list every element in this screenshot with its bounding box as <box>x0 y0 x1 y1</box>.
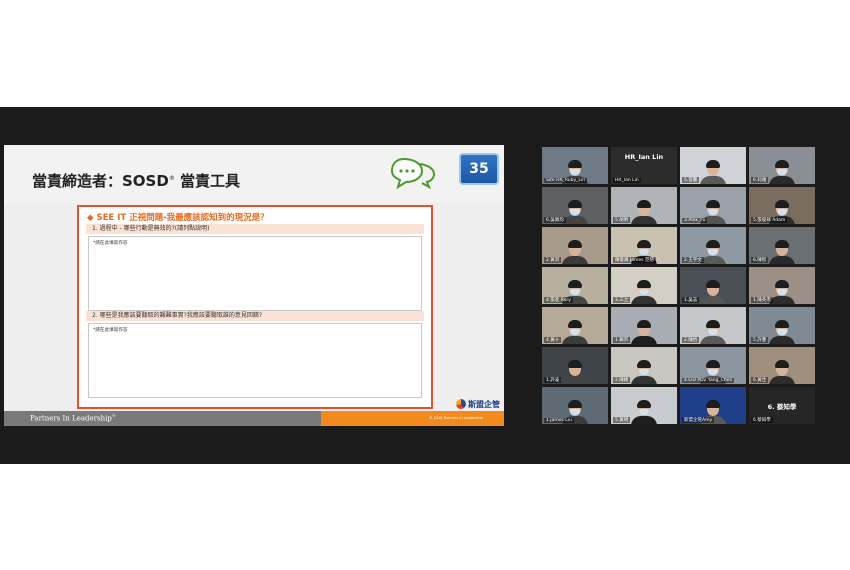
participant-video-icon <box>631 278 657 304</box>
participant-name-label: 2.黃羽 <box>544 257 562 263</box>
participant-tile[interactable]: 陳俊鋒 James 范慈 <box>611 227 677 264</box>
participant-name-label: Site HR_Ruby_Lin <box>544 178 587 183</box>
participant-tile[interactable]: 3.三之 <box>611 267 677 304</box>
answer-hint-1: *請在此填寫作答 <box>93 241 128 246</box>
participant-tile[interactable]: 1.陳英杰 <box>749 267 815 304</box>
slide-title: 當責締造者：SOSD® 當責工具 <box>32 172 241 190</box>
participant-video-icon <box>631 318 657 344</box>
participant-name-label: 6.黃佳 <box>751 377 769 383</box>
participant-tile[interactable]: 5.張俊祥 Adam <box>749 187 815 224</box>
participant-tile[interactable]: 5.芸馨 <box>680 147 746 184</box>
footer-accent-bar: © 2018 Partners In Leadership <box>321 411 504 426</box>
participant-video-icon <box>700 278 726 304</box>
participant-video-icon <box>562 358 588 384</box>
participant-name-label: 5.張俊祥 Adam <box>751 217 788 223</box>
participant-name-label: 斯盟企管Amy <box>682 417 715 423</box>
participant-tile[interactable]: 4.黃十 <box>542 307 608 344</box>
participant-video-icon <box>769 358 795 384</box>
participant-name-label: 3.Alex_Fu <box>682 218 708 223</box>
participant-gallery: Site HR_Ruby_Lin HR_Ian Lin HR_Ian Lin 5.芸馨… <box>542 147 816 424</box>
participant-tile[interactable]: 1.許凌 <box>542 347 608 384</box>
participant-tile[interactable]: 斯盟企管Amy <box>680 387 746 424</box>
page-number-badge: 35 <box>459 153 499 185</box>
question-frame: ◆ SEE IT 正視問題-我最應該認知到的現況是？ 1. 過程中 - 哪些行動… <box>77 205 433 409</box>
participant-tile[interactable]: 5.許豐 <box>749 307 815 344</box>
participant-video-icon <box>631 198 657 224</box>
participant-tile[interactable]: 2.陳婕 <box>611 347 677 384</box>
participant-tile[interactable]: 6.莉雅 <box>749 147 815 184</box>
participant-video-icon <box>769 278 795 304</box>
participant-name-label: 3.三之 <box>613 297 631 303</box>
participant-name-label: 6.陳智 <box>751 257 769 263</box>
shared-slide: 當責締造者：SOSD® 當責工具 35 ◆ SEE IT 正視問題-我最應該認知… <box>4 145 504 426</box>
participant-name-label: 5.許豐 <box>751 337 769 343</box>
footer-brand: Partners In Leadership® <box>30 413 116 423</box>
participant-tile[interactable]: 2.王宇文 <box>680 227 746 264</box>
chat-bubbles-icon <box>390 157 436 190</box>
video-meeting-window: 當責締造者：SOSD® 當責工具 35 ◆ SEE IT 正視問題-我最應該認知… <box>0 107 850 464</box>
participant-video-icon <box>631 398 657 424</box>
footer-copyright: © 2018 Partners In Leadership <box>429 416 483 420</box>
participant-name-label: 4.EID PD2 Yang_Chen <box>682 378 735 383</box>
participant-display-name: 6. 蔡知學 <box>767 403 797 411</box>
participant-tile[interactable]: 6.吳佩均 <box>542 187 608 224</box>
participant-tile[interactable]: 1.賴宗 <box>611 307 677 344</box>
answer-hint-2: *請在此填寫作答 <box>93 328 128 333</box>
participant-video-icon <box>631 358 657 384</box>
question-2: 2. 哪些是我應該要聽取的艱難事實?我應該要聽取誰的意見回饋? <box>86 311 424 321</box>
participant-tile[interactable]: Site HR_Ruby_Lin <box>542 147 608 184</box>
participant-video-icon <box>769 158 795 184</box>
participant-name-label: 1.James Liu <box>544 418 574 423</box>
participant-name-label: 5.黃明 <box>613 417 631 423</box>
participant-name-label: 6.蔡知學 <box>751 417 773 423</box>
participant-name-label: 6.吳佩均 <box>544 217 566 223</box>
participant-name-label: 1.賴宗 <box>613 337 631 343</box>
participant-tile[interactable]: 2.黃羽 <box>542 227 608 264</box>
participant-name-label: 5.胡俐 <box>613 217 631 223</box>
participant-tile[interactable]: 5.黃明 <box>611 387 677 424</box>
question-1: 1. 過程中 - 哪些行動是無效的?(請列點說明) <box>86 224 424 234</box>
logo-mark-icon <box>456 399 466 409</box>
participant-tile[interactable]: 4.張進 Rory <box>542 267 608 304</box>
participant-video-icon <box>700 158 726 184</box>
participant-video-icon <box>700 318 726 344</box>
participant-tile[interactable]: 3.Alex_Fu <box>680 187 746 224</box>
participant-name-label: 5.芸馨 <box>682 177 700 183</box>
participant-tile[interactable]: 1.James Liu <box>542 387 608 424</box>
participant-video-icon <box>700 238 726 264</box>
participant-tile[interactable]: 6.陳智 <box>749 227 815 264</box>
participant-video-icon <box>562 318 588 344</box>
participant-tile[interactable]: 5.胡俐 <box>611 187 677 224</box>
participant-name-label: 4.張進 Rory <box>544 297 573 303</box>
participant-name-label: 4.黃十 <box>544 337 562 343</box>
participant-name-label: HR_Ian Lin <box>613 178 641 183</box>
participant-name-label: 1.許凌 <box>544 377 562 383</box>
participant-video-icon <box>769 238 795 264</box>
company-logo: 斯盟企管 <box>456 398 500 410</box>
participant-tile[interactable]: 6. 蔡知學 6.蔡知學 <box>749 387 815 424</box>
participant-tile[interactable]: 4.EID PD2 Yang_Chen <box>680 347 746 384</box>
participant-tile[interactable]: 6.黃佳 <box>749 347 815 384</box>
participant-name-label: 1.吳志 <box>682 297 700 303</box>
answer-box-1[interactable]: *請在此填寫作答 <box>88 236 422 311</box>
participant-name-label: 2.王宇文 <box>682 257 704 263</box>
participant-video-icon <box>562 198 588 224</box>
participant-name-label: 陳俊鋒 James 范慈 <box>613 257 656 263</box>
participant-name-label: 2.陳怡 <box>682 337 700 343</box>
see-it-heading: ◆ SEE IT 正視問題-我最應該認知到的現況是？ <box>87 213 269 223</box>
participant-video-icon <box>562 238 588 264</box>
participant-name-label: 1.陳英杰 <box>751 297 773 303</box>
participant-name-label: 2.陳婕 <box>613 377 631 383</box>
participant-tile[interactable]: 2.陳怡 <box>680 307 746 344</box>
participant-video-icon <box>769 318 795 344</box>
participant-display-name: HR_Ian Lin <box>624 153 664 161</box>
participant-tile[interactable]: 1.吳志 <box>680 267 746 304</box>
participant-name-label: 6.莉雅 <box>751 177 769 183</box>
slide-footer: Partners In Leadership® © 2018 Partners … <box>4 411 504 426</box>
slide-header: 當責締造者：SOSD® 當責工具 35 <box>4 145 504 203</box>
answer-box-2[interactable]: *請在此填寫作答 <box>88 323 422 398</box>
participant-tile[interactable]: HR_Ian Lin HR_Ian Lin <box>611 147 677 184</box>
